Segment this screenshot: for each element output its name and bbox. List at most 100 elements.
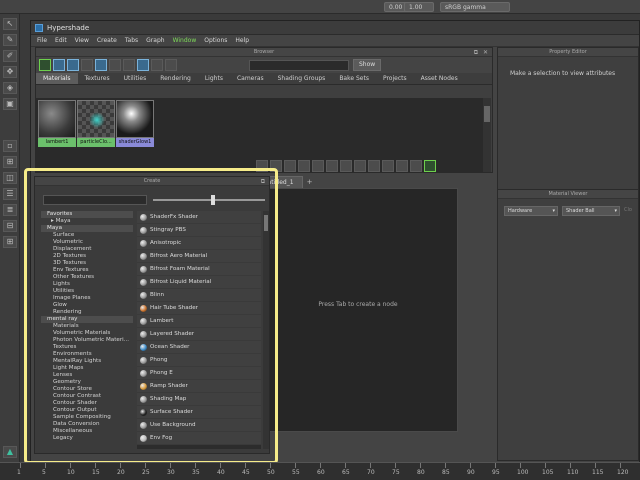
node-item[interactable]: Ramp Shader: [137, 380, 261, 393]
simple-view-icon[interactable]: [382, 160, 394, 172]
refresh-icon[interactable]: [39, 59, 51, 71]
clear-graph-icon[interactable]: [298, 160, 310, 172]
connected-view-icon[interactable]: [396, 160, 408, 172]
node-item[interactable]: Use Background: [137, 419, 261, 432]
category-item[interactable]: Contour Shader: [41, 400, 133, 407]
sort-name-icon[interactable]: [151, 59, 163, 71]
category-item[interactable]: MentalRay Lights: [41, 358, 133, 365]
category-item[interactable]: Lenses: [41, 372, 133, 379]
category-item[interactable]: Photon Volumetric Materi...: [41, 337, 133, 344]
category-item[interactable]: Sample Compositing: [41, 414, 133, 421]
scrollbar-thumb[interactable]: [264, 215, 268, 231]
menu-file[interactable]: File: [37, 37, 47, 44]
tab-projects[interactable]: Projects: [376, 73, 414, 84]
menu-tabs[interactable]: Tabs: [125, 37, 138, 44]
category-item[interactable]: Surface: [41, 232, 133, 239]
category-item[interactable]: 3D Textures: [41, 260, 133, 267]
material-swatch[interactable]: shaderGlow1: [116, 100, 154, 148]
node-list-scrollbar[interactable]: [263, 211, 269, 449]
renderer-dropdown[interactable]: Hardware ▾: [504, 206, 558, 216]
large-swatch-icon[interactable]: [123, 59, 135, 71]
full-view-icon[interactable]: [410, 160, 422, 172]
float-panel-icon[interactable]: ⧉: [261, 177, 265, 186]
layout-grid-icon[interactable]: ⊞: [3, 236, 17, 248]
node-item[interactable]: Blinn: [137, 289, 261, 302]
category-item[interactable]: Geometry: [41, 379, 133, 386]
tab-rendering[interactable]: Rendering: [153, 73, 198, 84]
node-item[interactable]: Env Fog: [137, 432, 261, 445]
layout-side-icon[interactable]: ◫: [3, 172, 17, 184]
move-tool-icon[interactable]: ✥: [3, 66, 17, 78]
scale-tool-icon[interactable]: ▣: [3, 98, 17, 110]
frame-all-icon[interactable]: [312, 160, 324, 172]
icon-view-icon[interactable]: [81, 59, 93, 71]
layout-four-icon[interactable]: ⊞: [3, 156, 17, 168]
tab-utilities[interactable]: Utilities: [117, 73, 154, 84]
category-item[interactable]: Rendering: [41, 309, 133, 316]
category-item[interactable]: Contour Output: [41, 407, 133, 414]
category-item[interactable]: Glow: [41, 302, 133, 309]
category-item[interactable]: Favorites: [41, 211, 133, 218]
close-panel-icon[interactable]: ✕: [483, 48, 488, 57]
menu-window[interactable]: Window: [173, 37, 197, 44]
browser-scrollbar[interactable]: [483, 98, 491, 172]
select-tool-icon[interactable]: ↖: [3, 18, 17, 30]
category-item[interactable]: Env Textures: [41, 267, 133, 274]
node-item[interactable]: Lambert: [137, 315, 261, 328]
tab-textures[interactable]: Textures: [78, 73, 117, 84]
add-tab-button[interactable]: +: [307, 178, 313, 186]
menu-create[interactable]: Create: [97, 37, 117, 44]
material-swatch[interactable]: particleClo...: [77, 100, 115, 148]
tab-cameras[interactable]: Cameras: [230, 73, 271, 84]
shape-dropdown[interactable]: Shader Ball ▾: [562, 206, 620, 216]
show-button[interactable]: Show: [353, 59, 382, 71]
node-item[interactable]: Bifrost Liquid Material: [137, 276, 261, 289]
category-item[interactable]: Image Planes: [41, 295, 133, 302]
graph-layout-3-icon[interactable]: [354, 160, 366, 172]
category-item[interactable]: mental ray: [41, 316, 133, 323]
category-item[interactable]: Volumetric: [41, 239, 133, 246]
window-titlebar[interactable]: Hypershade: [31, 21, 639, 35]
node-item[interactable]: Layered Shader: [137, 328, 261, 341]
menu-edit[interactable]: Edit: [55, 37, 67, 44]
category-item[interactable]: ▸ Maya: [41, 218, 133, 225]
category-item[interactable]: Volumetric Materials: [41, 330, 133, 337]
graph-layout-icon[interactable]: [326, 160, 338, 172]
graph-output-icon[interactable]: [67, 59, 79, 71]
category-item[interactable]: Displacement: [41, 246, 133, 253]
node-item[interactable]: Phong: [137, 354, 261, 367]
tab-bake-sets[interactable]: Bake Sets: [332, 73, 376, 84]
view-transform-dropdown[interactable]: sRGB gamma: [440, 2, 510, 12]
float-panel-icon[interactable]: ⧉: [474, 48, 478, 57]
medium-swatch-icon[interactable]: [109, 59, 121, 71]
layout-stack-icon[interactable]: ☰: [3, 188, 17, 200]
graph-icon[interactable]: ⊟: [3, 220, 17, 232]
category-item[interactable]: Lights: [41, 281, 133, 288]
category-item[interactable]: Contour Contrast: [41, 393, 133, 400]
tab-lights[interactable]: Lights: [198, 73, 230, 84]
sort-type-icon[interactable]: [165, 59, 177, 71]
category-item[interactable]: Textures: [41, 344, 133, 351]
paint-tool-icon[interactable]: ✐: [3, 50, 17, 62]
gamma-field[interactable]: 1.00: [404, 2, 434, 12]
node-item[interactable]: Anisotropic: [137, 237, 261, 250]
node-item[interactable]: Stingray PBS: [137, 224, 261, 237]
menu-options[interactable]: Options: [204, 37, 227, 44]
browser-filter-input[interactable]: [249, 59, 349, 71]
layout-single-icon[interactable]: ▫: [3, 140, 17, 152]
category-item[interactable]: Maya: [41, 225, 133, 232]
category-item[interactable]: Other Textures: [41, 274, 133, 281]
node-item[interactable]: Hair Tube Shader: [137, 302, 261, 315]
category-item[interactable]: Environments: [41, 351, 133, 358]
rotate-tool-icon[interactable]: ◈: [3, 82, 17, 94]
node-item[interactable]: Surface Shader: [137, 406, 261, 419]
node-item[interactable]: Phong E: [137, 367, 261, 380]
icon-size-slider[interactable]: [153, 199, 265, 201]
attribute-view-icon[interactable]: [368, 160, 380, 172]
tab-shading-groups[interactable]: Shading Groups: [271, 73, 333, 84]
output-connections-icon[interactable]: [284, 160, 296, 172]
category-item[interactable]: Materials: [41, 323, 133, 330]
category-item[interactable]: Contour Store: [41, 386, 133, 393]
search-icon[interactable]: [424, 160, 436, 172]
node-item[interactable]: Shading Map: [137, 393, 261, 406]
